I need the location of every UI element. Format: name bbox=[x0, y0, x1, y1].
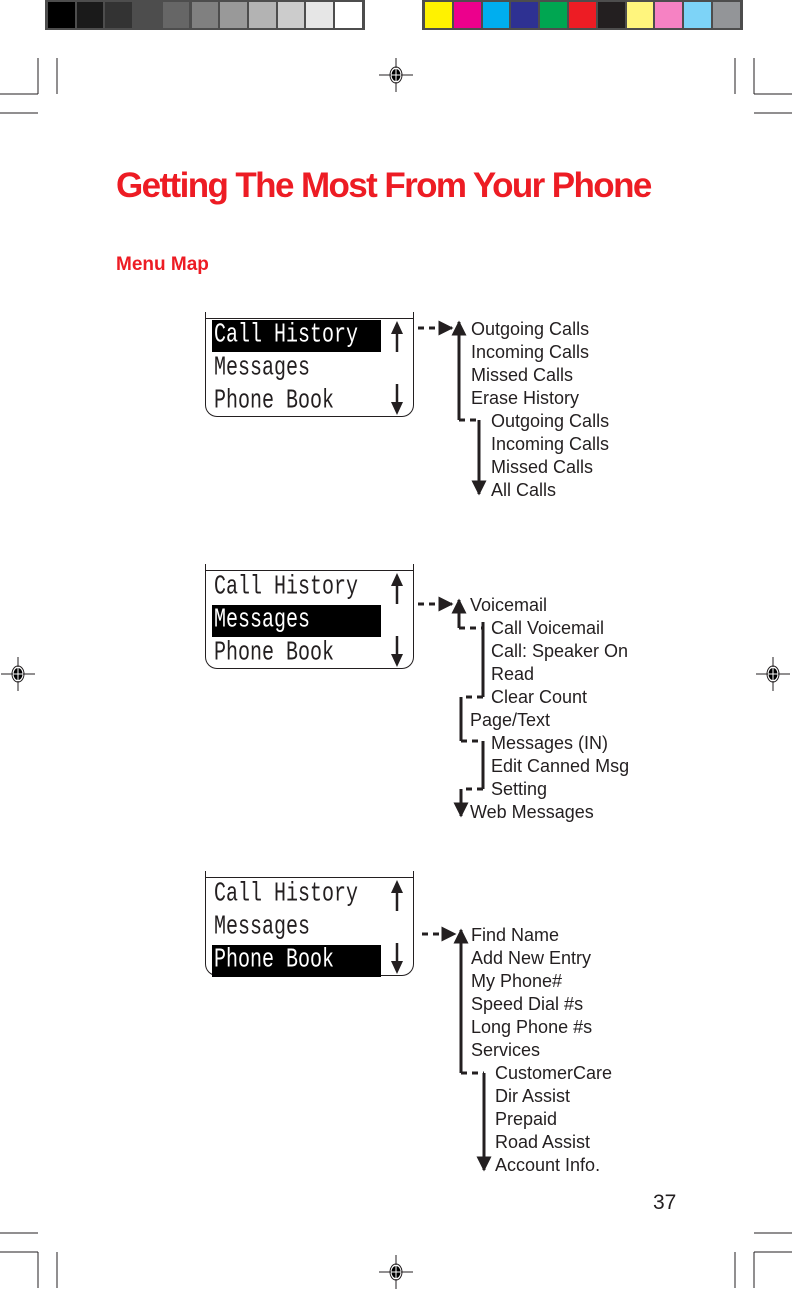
menu-connectors bbox=[418, 320, 492, 1172]
page-number: 37 bbox=[653, 1191, 677, 1214]
